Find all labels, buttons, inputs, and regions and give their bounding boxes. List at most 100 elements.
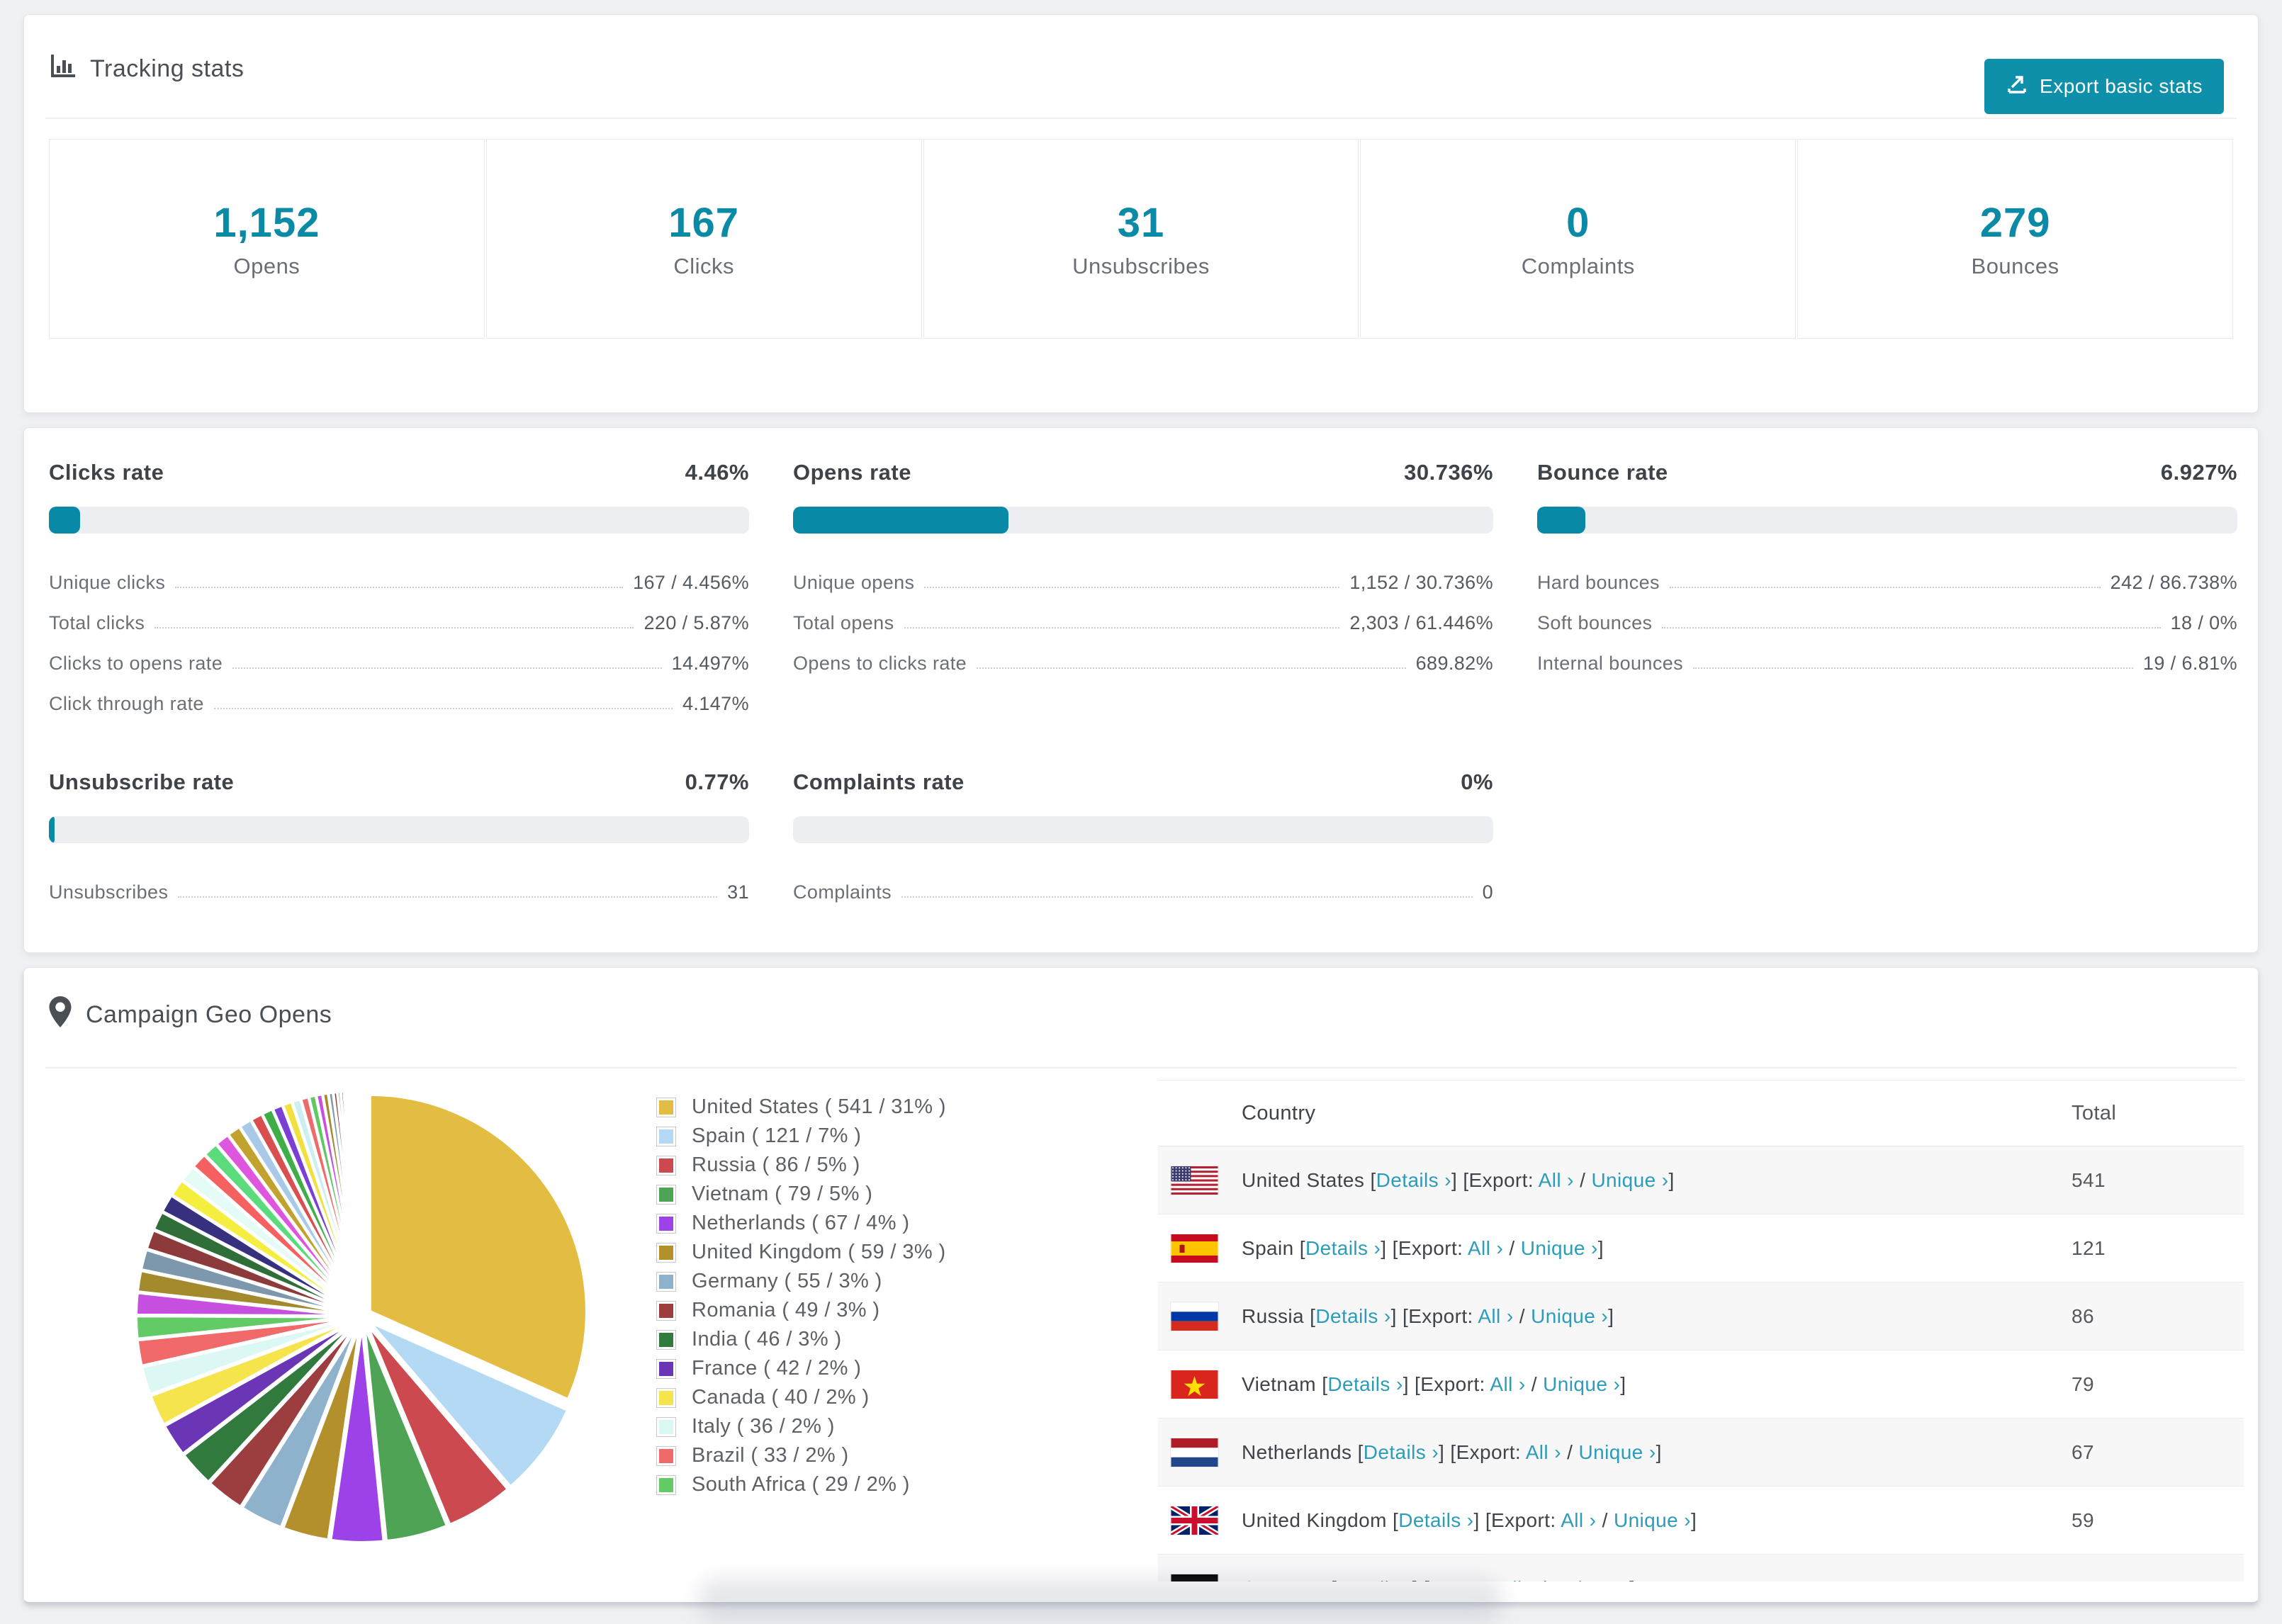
country-name: Vietnam xyxy=(1242,1372,1322,1395)
export-unique-link[interactable]: Unique › xyxy=(1552,1577,1629,1581)
legend-item: India ( 46 / 3% ) xyxy=(656,1325,1167,1354)
table-row-es: Spain [Details ›] [Export: All › / Uniqu… xyxy=(1158,1214,2244,1282)
details-link[interactable]: Details › xyxy=(1364,1441,1439,1463)
flag-gb-icon xyxy=(1171,1506,1218,1535)
export-all-link[interactable]: All › xyxy=(1539,1169,1574,1191)
tracking-stats-card: Tracking stats Export basic stats 1,152 O… xyxy=(23,14,2259,413)
rate-progress-bar xyxy=(1537,507,2237,534)
stat-row-value: 31 xyxy=(727,881,749,903)
details-link[interactable]: Details › xyxy=(1376,1169,1451,1191)
rate-title: Unsubscribe rate xyxy=(49,769,235,794)
summary-box-clicks: 167 Clicks xyxy=(485,139,922,339)
dotted-leader xyxy=(232,667,662,669)
export-all-link[interactable]: All › xyxy=(1526,1441,1561,1463)
country-column-header: Country xyxy=(1242,1101,1316,1124)
rates-card: Clicks rate 4.46% Unique clicks 167 / 4.456… xyxy=(23,427,2259,953)
bar-chart-icon xyxy=(49,52,77,86)
summary-label: Unsubscribes xyxy=(1072,253,1210,278)
campaign-geo-opens-card: Campaign Geo Opens United States ( 541 /… xyxy=(23,967,2259,1603)
rate-progress-bar xyxy=(49,507,749,534)
export-unique-link[interactable]: Unique › xyxy=(1579,1441,1656,1463)
rate-title: Bounce rate xyxy=(1537,460,1668,485)
details-link[interactable]: Details › xyxy=(1327,1373,1403,1395)
tracking-stats-page: Tracking stats Export basic stats 1,152 O… xyxy=(0,0,2282,1624)
country-name: United States xyxy=(1242,1168,1371,1191)
legend-label: Romania ( 49 / 3% ) xyxy=(692,1299,880,1321)
legend-swatch xyxy=(656,1097,676,1117)
total-column-header: Total xyxy=(2072,1101,2117,1124)
rate-progress-bar xyxy=(793,816,1493,843)
summary-box-bounces: 279 Bounces xyxy=(1797,139,2233,339)
stat-row: Opens to clicks rate 689.82% xyxy=(793,638,1493,679)
export-all-link[interactable]: All › xyxy=(1478,1305,1513,1327)
export-unique-link[interactable]: Unique › xyxy=(1543,1373,1620,1395)
details-link[interactable]: Details › xyxy=(1305,1237,1381,1259)
export-unique-link[interactable]: Unique › xyxy=(1591,1169,1668,1191)
country-total: 86 xyxy=(2072,1304,2094,1327)
dotted-leader xyxy=(154,627,634,628)
details-link[interactable]: Details › xyxy=(1315,1305,1390,1327)
stat-row-label: Click through rate xyxy=(49,693,204,714)
scrollbar-shadow-artifact xyxy=(698,1579,1502,1623)
summary-value: 167 xyxy=(668,199,740,246)
export-all-link[interactable]: All › xyxy=(1499,1577,1534,1581)
export-unique-link[interactable]: Unique › xyxy=(1614,1509,1691,1531)
geo-section-title: Campaign Geo Opens xyxy=(49,996,332,1034)
legend-item: Netherlands ( 67 / 4% ) xyxy=(656,1209,1167,1238)
rate-value: 0% xyxy=(1461,769,1493,794)
export-all-link[interactable]: All › xyxy=(1468,1237,1503,1259)
rate-value: 30.736% xyxy=(1404,460,1493,485)
rate-value: 4.46% xyxy=(685,460,749,485)
rate-progress-fill xyxy=(1537,507,1586,534)
legend-item: Vietnam ( 79 / 5% ) xyxy=(656,1180,1167,1209)
legend-label: France ( 42 / 2% ) xyxy=(692,1357,862,1380)
stat-row: Total opens 2,303 / 61.446% xyxy=(793,598,1493,638)
country-total: 79 xyxy=(2072,1372,2094,1395)
stat-row-label: Hard bounces xyxy=(1537,572,1660,593)
stat-row-label: Unsubscribes xyxy=(49,881,169,903)
legend-swatch xyxy=(656,1387,676,1408)
legend-label: Germany ( 55 / 3% ) xyxy=(692,1270,882,1292)
legend-item: United States ( 541 / 31% ) xyxy=(656,1093,1167,1122)
rate-progress-fill xyxy=(793,507,1008,534)
rate-title: Complaints rate xyxy=(793,769,965,794)
legend-label: South Africa ( 29 / 2% ) xyxy=(692,1473,910,1496)
legend-item: Germany ( 55 / 3% ) xyxy=(656,1267,1167,1296)
legend-swatch xyxy=(656,1126,676,1146)
rate-block-bounce-rate: Bounce rate 6.927% Hard bounces 242 / 86.73… xyxy=(1537,460,2237,679)
rate-progress-bar xyxy=(49,816,749,843)
legend-label: India ( 46 / 3% ) xyxy=(692,1328,842,1350)
legend-label: United Kingdom ( 59 / 3% ) xyxy=(692,1241,946,1263)
legend-swatch xyxy=(656,1329,676,1350)
rate-value: 0.77% xyxy=(685,769,749,794)
country-total: 67 xyxy=(2072,1440,2094,1463)
export-all-link[interactable]: All › xyxy=(1561,1509,1596,1531)
legend-label: Italy ( 36 / 2% ) xyxy=(692,1415,835,1438)
pie-slice xyxy=(359,1089,364,1309)
legend-item: Italy ( 36 / 2% ) xyxy=(656,1412,1167,1441)
legend-item: South Africa ( 29 / 2% ) xyxy=(656,1470,1167,1499)
rate-progress-fill xyxy=(49,507,81,534)
legend-swatch xyxy=(656,1184,676,1205)
export-all-link[interactable]: All › xyxy=(1490,1373,1525,1395)
legend-label: United States ( 541 / 31% ) xyxy=(692,1095,946,1118)
legend-item: United Kingdom ( 59 / 3% ) xyxy=(656,1238,1167,1267)
stat-row-label: Complaints xyxy=(793,881,892,903)
dotted-leader xyxy=(1669,587,2101,588)
legend-item: Romania ( 49 / 3% ) xyxy=(656,1296,1167,1325)
export-unique-link[interactable]: Unique › xyxy=(1531,1305,1608,1327)
table-row-us: United States [Details ›] [Export: All ›… xyxy=(1158,1146,2244,1214)
legend-swatch xyxy=(656,1474,676,1495)
summary-value: 31 xyxy=(1117,199,1165,246)
details-link[interactable]: Details › xyxy=(1398,1509,1473,1531)
export-unique-link[interactable]: Unique › xyxy=(1521,1237,1598,1259)
export-basic-stats-button[interactable]: Export basic stats xyxy=(1984,59,2224,114)
legend-item: Brazil ( 33 / 2% ) xyxy=(656,1441,1167,1470)
flag-vn-icon xyxy=(1171,1370,1218,1399)
stat-row-value: 220 / 5.87% xyxy=(643,612,749,633)
dotted-leader xyxy=(178,896,718,898)
page-title: Tracking stats xyxy=(90,55,244,82)
rate-block-opens-rate: Opens rate 30.736% Unique opens 1,152 / 30.… xyxy=(793,460,1493,679)
summary-box-opens: 1,152 Opens xyxy=(49,139,485,339)
stat-row-value: 242 / 86.738% xyxy=(2110,572,2237,593)
